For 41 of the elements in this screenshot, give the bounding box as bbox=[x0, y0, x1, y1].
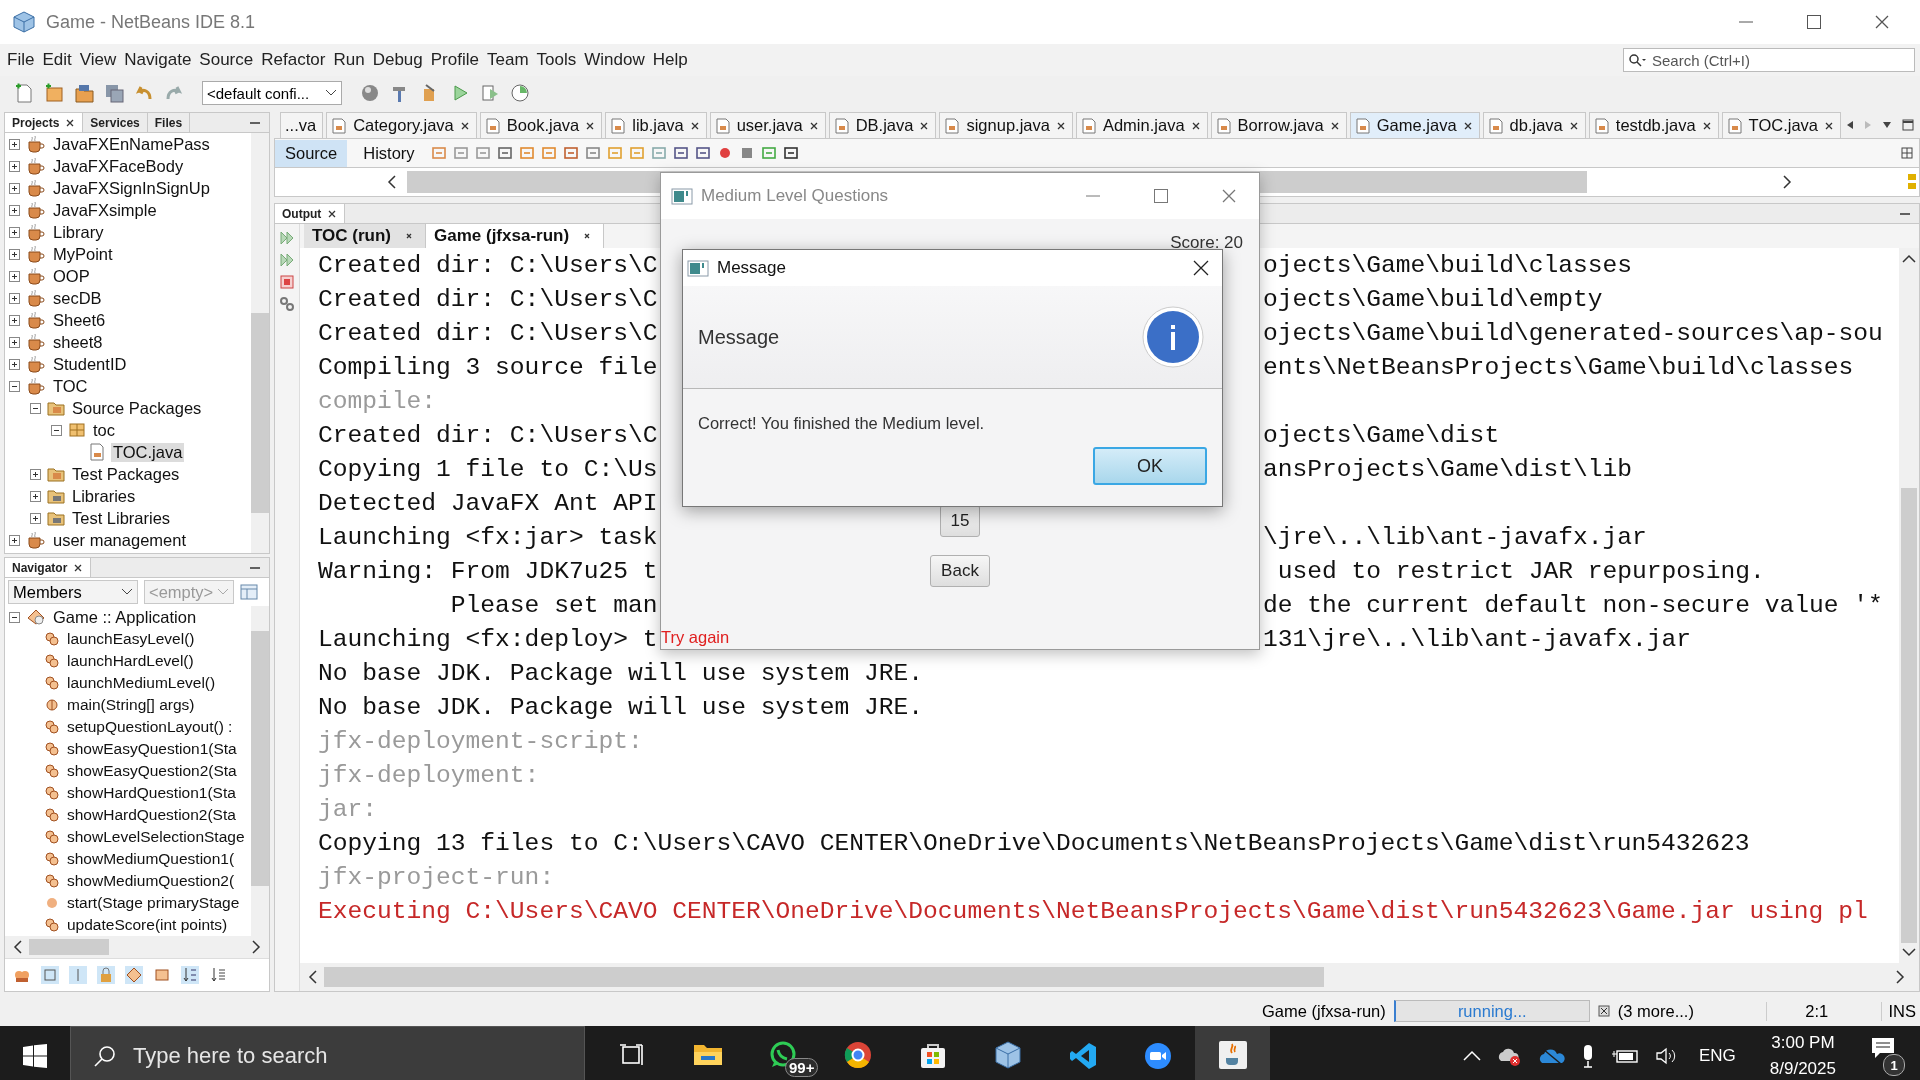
output-line: ojects\Game\dist bbox=[1263, 421, 1500, 449]
output-line: jar: bbox=[318, 795, 378, 823]
output-line: Compiling 3 source file bbox=[318, 353, 659, 381]
output-line: jfx-deployment-script: bbox=[318, 727, 643, 755]
output-line: Created dir: C:\Users\C bbox=[318, 421, 659, 449]
output-line: Copying 1 file to C:\Us bbox=[318, 455, 659, 483]
dialog-title: Message bbox=[717, 258, 786, 278]
feedback-text: Try again bbox=[661, 628, 730, 647]
output-line: No base JDK. Package will use system JRE. bbox=[318, 659, 924, 687]
score-label: Score: 20 bbox=[1170, 233, 1243, 253]
output-line: \jre\..\lib\ant-javafx.jar bbox=[1263, 523, 1647, 551]
output-line: Copying 13 files to C:\Users\CAVO CENTER\OneDrive\Documents\NetBeansProjects\Game\dist\run5432623 bbox=[318, 829, 1750, 857]
output-line: 131\jre\..\lib\ant-javafx.jar bbox=[1263, 625, 1691, 653]
output-line: ojects\Game\build\classes bbox=[1263, 251, 1632, 279]
output-line: ents\NetBeansProjects\Game\build\classes bbox=[1263, 353, 1854, 381]
window-title: Medium Level Questions bbox=[701, 186, 889, 206]
dialog-message: Correct! You finished the Medium level. bbox=[697, 413, 986, 433]
output-line: Warning: From JDK7u25 t bbox=[318, 557, 659, 585]
output-line: ansProjects\Game\dist\lib bbox=[1263, 455, 1632, 483]
status-text: Game (jfxsa-run) bbox=[1262, 1001, 1386, 1021]
output-line: used to restrict JAR repurposing. bbox=[1276, 557, 1765, 585]
output-line: compile: bbox=[318, 387, 437, 415]
output-line: ojects\Game\build\generated-sources\ap-sou bbox=[1263, 319, 1883, 347]
notification-count: 1 bbox=[1883, 1054, 1905, 1076]
output-line: Please set man bbox=[449, 591, 659, 619]
output-line: de the current default non-secure value '* bbox=[1263, 591, 1883, 619]
output-line: Created dir: C:\Users\C bbox=[318, 319, 659, 347]
output-line: jfx-deployment: bbox=[318, 761, 540, 789]
output-line: Detected JavaFX Ant API bbox=[318, 489, 658, 517]
notification-badge: 99+ bbox=[785, 1058, 819, 1077]
cursor-position: 2:1 bbox=[1765, 1001, 1867, 1021]
output-line: ojects\Game\build\empty bbox=[1263, 285, 1603, 313]
output-line: Created dir: C:\Users\C bbox=[318, 285, 659, 313]
output-line: No base JDK. Package will use system JRE. bbox=[318, 693, 924, 721]
dialog-header: Message bbox=[698, 325, 780, 349]
output-line: Executing C:\Users\CAVO CENTER\OneDrive\Documents\NetBeansProjects\Game\dist\run5432623\Game.jar using pl bbox=[318, 897, 1868, 925]
insert-mode: INS bbox=[1881, 1001, 1920, 1021]
window-title: Game - NetBeans IDE 8.1 bbox=[46, 11, 256, 33]
output-line: Created dir: C:\Users\C bbox=[318, 251, 659, 279]
output-line: jfx-project-run: bbox=[318, 863, 555, 891]
output-line: Launching <fx:jar> task bbox=[318, 523, 659, 551]
